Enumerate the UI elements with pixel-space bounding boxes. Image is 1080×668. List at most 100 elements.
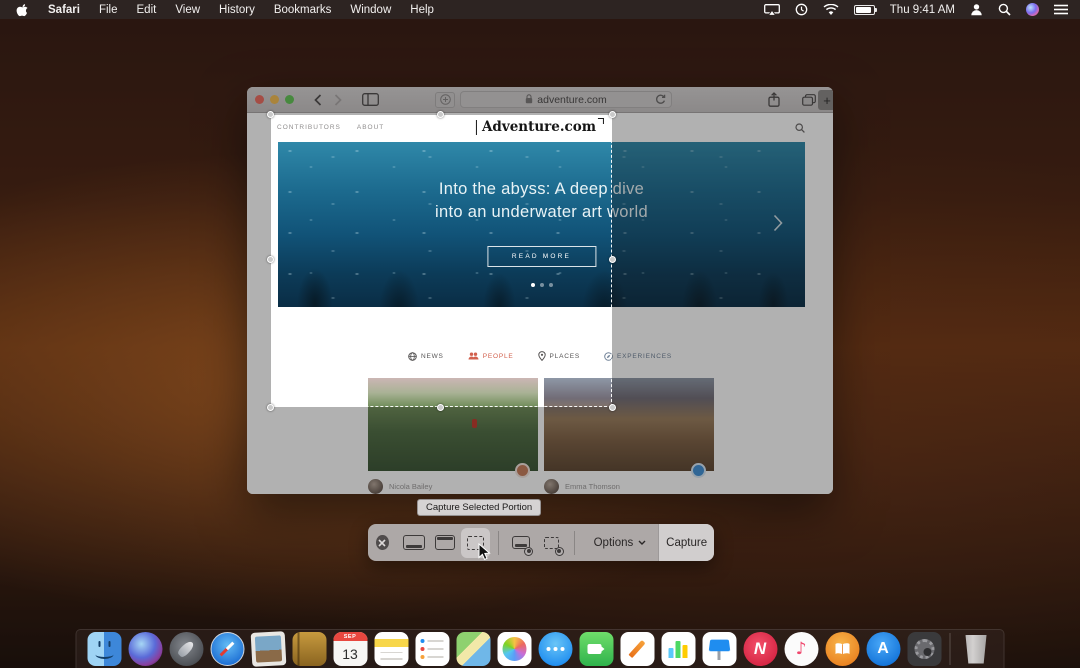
tabs-icon[interactable] [802,94,816,106]
dock-icon-itunes[interactable]: ♪ [784,632,818,666]
add-icon[interactable] [435,92,455,108]
capture-entire-screen-button[interactable] [400,528,429,558]
record-dot-icon [524,547,533,556]
selection-handle[interactable] [267,404,274,411]
dock-icon-launchpad[interactable] [169,632,203,666]
menu-item-help[interactable]: Help [410,4,434,16]
dock-icon-app-store[interactable]: A [866,632,900,666]
apple-menu-icon[interactable] [16,3,29,17]
browser-toolbar: adventure.com + [247,87,833,113]
url-text: adventure.com [537,94,606,106]
gear-icon [914,639,934,659]
selection-handle[interactable] [437,404,444,411]
author-name: Emma Thomson [565,482,620,491]
dock-icon-numbers[interactable] [661,632,695,666]
dock-icon-contacts[interactable] [292,632,326,666]
selection-handle[interactable] [609,111,616,118]
record-selected-portion-button[interactable] [537,528,566,558]
window-minimize-button[interactable] [270,95,279,104]
dock-icon-reminders[interactable] [415,632,449,666]
forward-icon[interactable] [334,94,342,106]
chat-bubble-icon [546,647,564,651]
lock-icon [525,91,533,109]
capture-selection-area[interactable] [271,115,612,407]
dock-icon-pages[interactable] [620,632,654,666]
window-close-button[interactable] [255,95,264,104]
dock-icon-maps[interactable] [456,632,490,666]
selection-handle[interactable] [437,111,444,118]
capture-screen-icon [403,535,425,550]
capture-button[interactable]: Capture [658,524,714,561]
open-book-icon [834,643,850,655]
battery-icon[interactable] [854,5,875,15]
dock-icon-facetime[interactable] [579,632,613,666]
menu-item-bookmarks[interactable]: Bookmarks [274,4,332,16]
airplay-icon[interactable] [764,4,780,16]
article-badge [515,463,530,478]
dock-icon-messages[interactable] [538,632,572,666]
dock-icon-siri[interactable] [128,632,162,666]
search-icon[interactable] [998,3,1011,16]
new-tab-icon[interactable]: + [818,90,833,110]
sidebar-icon[interactable] [362,93,379,106]
dock-icon-finder[interactable] [87,632,121,666]
page-search-icon[interactable] [795,123,805,133]
compass-needle-icon [220,642,235,657]
dock-icon-books[interactable] [825,632,859,666]
rocket-icon [176,639,195,658]
share-icon[interactable] [768,92,780,107]
address-bar[interactable]: adventure.com [460,91,672,108]
dock-divider [950,633,951,665]
menu-item-history[interactable]: History [219,4,255,16]
dock-icon-system-preferences[interactable] [907,632,941,666]
dock-icon-keynote[interactable] [702,632,736,666]
pinwheel-icon [502,637,526,661]
bar-chart-icon [669,640,688,658]
record-dot-icon [555,547,564,556]
list-icon[interactable] [1054,4,1068,15]
author-avatar [368,479,383,494]
selection-handle[interactable] [267,256,274,263]
author-avatar [544,479,559,494]
toolbar-divider [498,531,499,555]
selection-handle[interactable] [609,404,616,411]
pen-icon [628,640,645,658]
siri-icon[interactable] [1026,3,1039,16]
chevron-down-icon [638,540,646,545]
capture-selected-window-button[interactable] [430,528,459,558]
author-name: Nicola Bailey [389,482,432,491]
dock-icon-calendar[interactable]: SEP13 [333,632,367,666]
chevron-right-icon[interactable] [773,214,783,232]
dock-icon-safari[interactable] [210,632,244,666]
selection-handle[interactable] [267,111,274,118]
menu-bar-clock[interactable]: Thu 9:41 AM [890,4,955,16]
category-experiences[interactable]: EXPERIENCES [604,351,672,361]
screenshot-toolbar: Options Capture [368,524,714,561]
dock-icon-news[interactable]: N [743,632,777,666]
menu-item-safari[interactable]: Safari [48,4,80,16]
dock: SEP13 N ♪ A [76,629,1005,668]
menu-item-file[interactable]: File [99,4,118,16]
dock-icon-trash[interactable] [959,632,993,666]
wifi-icon[interactable] [823,4,839,16]
menu-item-edit[interactable]: Edit [137,4,157,16]
music-note-icon: ♪ [796,639,807,659]
dock-icon-mail[interactable] [250,631,286,667]
reload-icon[interactable] [655,94,666,105]
menu-item-view[interactable]: View [175,4,200,16]
time-machine-icon[interactable] [795,3,808,16]
options-dropdown[interactable]: Options [582,524,659,561]
menu-item-window[interactable]: Window [350,4,391,16]
back-icon[interactable] [314,94,322,106]
record-entire-screen-button[interactable] [506,528,535,558]
user-icon[interactable] [970,3,983,16]
window-zoom-button[interactable] [285,95,294,104]
podium-icon [708,639,730,651]
stamp-icon [254,635,281,662]
close-icon[interactable] [376,535,389,550]
selection-handle[interactable] [609,256,616,263]
trash-icon [964,635,988,664]
dock-icon-notes[interactable] [374,632,408,666]
article-badge [691,463,706,478]
dock-icon-photos[interactable] [497,632,531,666]
